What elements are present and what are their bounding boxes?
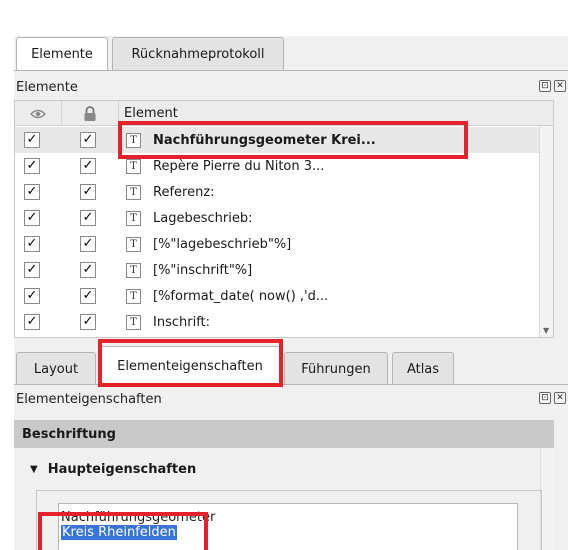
table-header: Element — [15, 101, 553, 126]
tab-ruecknahmeprotokoll[interactable]: Rücknahmeprotokoll — [112, 37, 284, 70]
text-item-icon: T — [126, 314, 141, 330]
table-row[interactable]: ✓ ✓ T Repère Pierre du Niton 3... — [15, 153, 553, 179]
text-line-2-selected: Kreis Rheinfelden — [61, 525, 177, 540]
item-label: Nachführungsgeometer Krei... — [153, 132, 376, 148]
lock-checkbox[interactable]: ✓ — [80, 314, 96, 330]
table-row[interactable]: ✓ ✓ T Referenz: — [15, 179, 553, 205]
text-item-icon: T — [126, 236, 141, 252]
item-label: Lagebeschrieb: — [153, 210, 253, 226]
visibility-checkbox[interactable]: ✓ — [24, 132, 40, 148]
tab-layout[interactable]: Layout — [16, 352, 96, 385]
visibility-checkbox[interactable]: ✓ — [24, 158, 40, 174]
item-label: [%format_date( now() ,'d... — [153, 288, 329, 304]
visibility-checkbox[interactable]: ✓ — [24, 184, 40, 200]
tab-layout-label: Layout — [33, 361, 79, 377]
group-haupteigenschaften[interactable]: ▼ Haupteigenschaften — [30, 462, 196, 477]
lock-checkbox[interactable]: ✓ — [80, 262, 96, 278]
column-element-label: Element — [124, 106, 178, 121]
lock-checkbox[interactable]: ✓ — [80, 236, 96, 252]
tab-elementeigenschaften[interactable]: Elementeigenschaften — [100, 346, 280, 385]
lock-icon — [84, 105, 96, 121]
text-line-1: Nachführungsgeometer — [61, 510, 216, 525]
visibility-checkbox[interactable]: ✓ — [24, 210, 40, 226]
lock-checkbox[interactable]: ✓ — [80, 132, 96, 148]
table-row[interactable]: ✓ ✓ T Nachführungsgeometer Krei... — [15, 127, 553, 153]
text-item-icon: T — [126, 158, 141, 174]
table-row[interactable]: ✓ ✓ T [%"lagebeschrieb"%] — [15, 231, 553, 257]
visibility-checkbox[interactable]: ✓ — [24, 288, 40, 304]
text-item-icon: T — [126, 132, 141, 148]
lock-checkbox[interactable]: ✓ — [80, 210, 96, 226]
group-title: Haupteigenschaften — [47, 462, 197, 477]
tab-ruecknahmeprotokoll-label: Rücknahmeprotokoll — [131, 46, 265, 62]
item-label: [%"inschrift"%] — [153, 262, 253, 278]
items-table: Element ✓ ✓ T Nachführungsgeometer Krei.… — [14, 100, 554, 338]
visibility-checkbox[interactable]: ✓ — [24, 236, 40, 252]
text-item-icon: T — [126, 210, 141, 226]
column-visibility[interactable] — [15, 101, 62, 126]
lock-checkbox[interactable]: ✓ — [80, 158, 96, 174]
items-dock-buttons: ⊡ ✕ — [539, 80, 566, 92]
collapse-triangle-icon[interactable]: ▼ — [30, 464, 38, 475]
lock-checkbox[interactable]: ✓ — [80, 288, 96, 304]
tab-atlas[interactable]: Atlas — [392, 352, 454, 385]
lock-checkbox[interactable]: ✓ — [80, 184, 96, 200]
tab-elementeigenschaften-label: Elementeigenschaften — [117, 358, 263, 374]
properties-panel-title: Elementeigenschaften — [16, 392, 162, 407]
section-title: Beschriftung — [22, 426, 116, 442]
visibility-checkbox[interactable]: ✓ — [24, 262, 40, 278]
table-row[interactable]: ✓ ✓ T [%"inschrift"%] — [15, 257, 553, 283]
float-icon[interactable]: ⊡ — [539, 392, 551, 404]
item-label: [%"lagebeschrieb"%] — [153, 236, 292, 252]
eye-icon — [30, 109, 46, 118]
close-icon[interactable]: ✕ — [554, 80, 566, 92]
items-scrollbar[interactable]: ▼ — [539, 126, 553, 337]
tabbar-divider — [14, 70, 568, 71]
text-item-icon: T — [126, 288, 141, 304]
column-element[interactable]: Element — [119, 101, 553, 126]
tab-elemente-label: Elemente — [31, 46, 93, 62]
lower-tabbar-divider — [14, 384, 568, 385]
item-label: Inschrift: — [153, 314, 211, 330]
column-lock[interactable] — [62, 101, 119, 126]
properties-dock-buttons: ⊡ ✕ — [539, 392, 566, 404]
tab-atlas-label: Atlas — [406, 361, 440, 377]
close-icon[interactable]: ✕ — [554, 392, 566, 404]
item-label: Referenz: — [153, 184, 215, 200]
visibility-checkbox[interactable]: ✓ — [24, 314, 40, 330]
tab-elemente[interactable]: Elemente — [16, 37, 108, 70]
item-label: Repère Pierre du Niton 3... — [153, 158, 325, 174]
table-row[interactable]: ✓ ✓ T Lagebeschrieb: — [15, 205, 553, 231]
float-icon[interactable]: ⊡ — [539, 80, 551, 92]
items-panel-title: Elemente — [16, 80, 78, 95]
label-text-editor[interactable]: Nachführungsgeometer Kreis Rheinfelden — [58, 503, 518, 550]
properties-scrollbar[interactable] — [540, 448, 554, 550]
tab-fuehrungen[interactable]: Führungen — [284, 352, 388, 385]
tab-fuehrungen-label: Führungen — [301, 361, 371, 377]
table-row[interactable]: ✓ ✓ T [%format_date( now() ,'d... — [15, 283, 553, 309]
scroll-down-icon[interactable]: ▼ — [543, 326, 549, 335]
table-row[interactable]: ✓ ✓ T Inschrift: — [15, 309, 553, 335]
window-top-strip — [0, 0, 568, 36]
text-item-icon: T — [126, 262, 141, 278]
section-header-beschriftung: Beschriftung — [14, 420, 554, 448]
text-item-icon: T — [126, 184, 141, 200]
